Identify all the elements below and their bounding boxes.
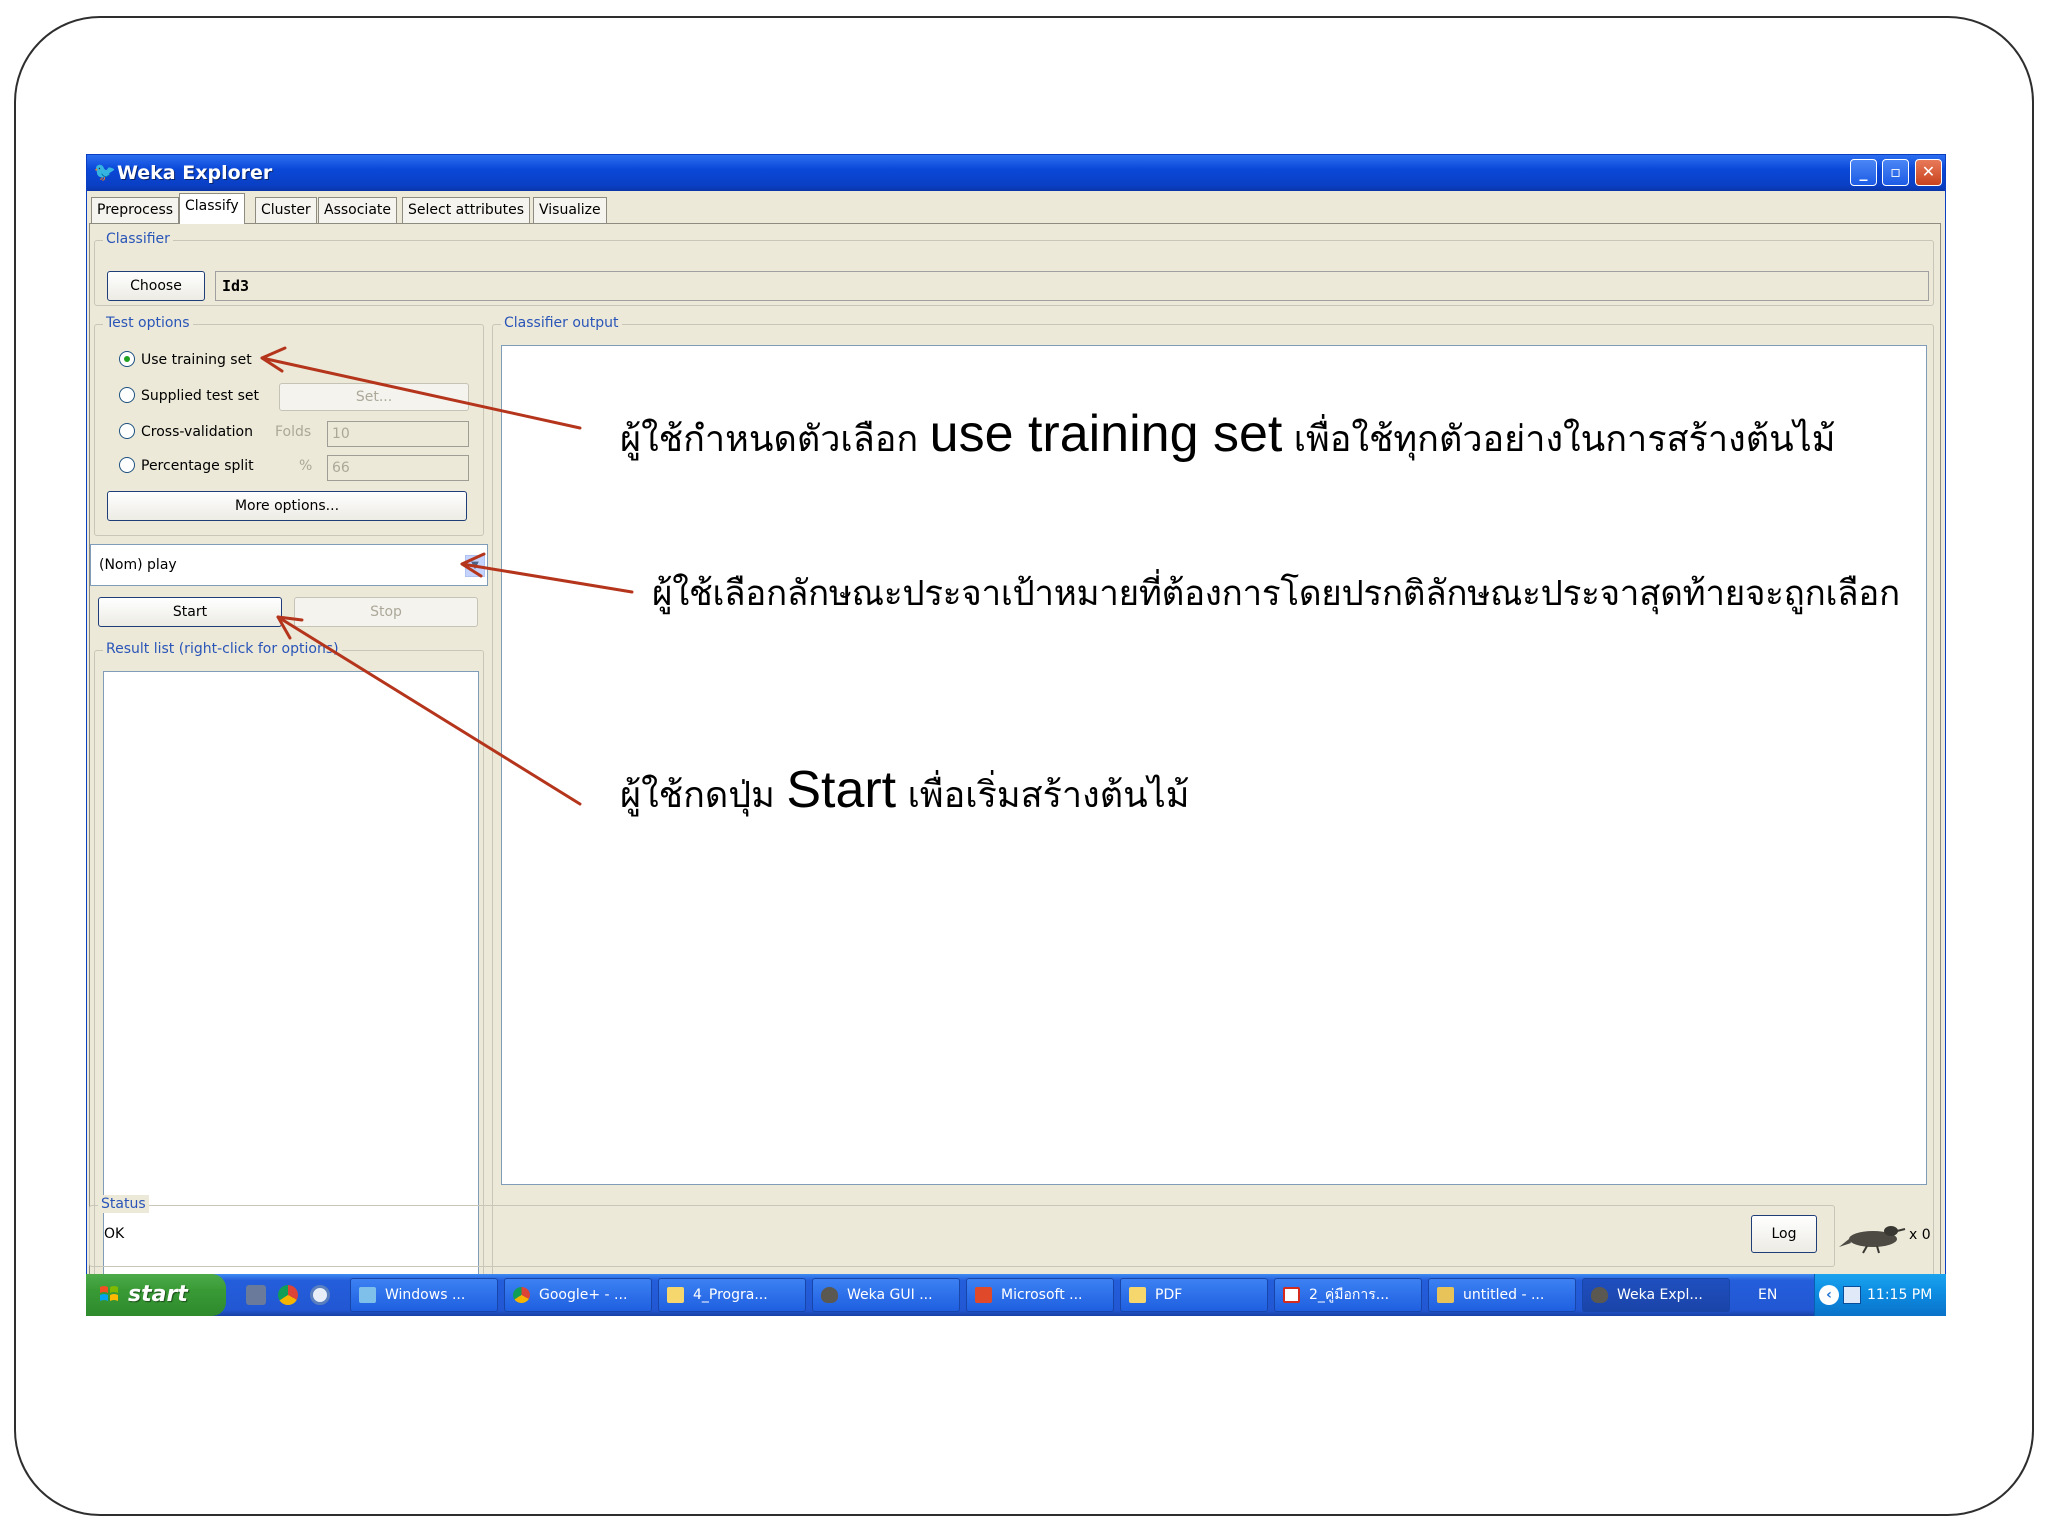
- radio-unchecked-icon[interactable]: [119, 423, 135, 439]
- tab-select-attributes[interactable]: Select attributes: [402, 197, 530, 223]
- classifier-group-title: Classifier: [103, 230, 173, 248]
- pdf-icon: [1283, 1287, 1300, 1303]
- taskbar-item-label: Microsoft ...: [1001, 1287, 1083, 1303]
- network-icon[interactable]: [1843, 1286, 1861, 1304]
- taskbar-item-pdf-manual[interactable]: 2_คู่มือการ...: [1274, 1278, 1422, 1312]
- radio-label: Cross-validation: [141, 424, 253, 440]
- maximize-button[interactable]: ▫: [1882, 159, 1909, 186]
- status-group-title: Status: [98, 1195, 149, 1213]
- close-button[interactable]: ✕: [1915, 159, 1942, 186]
- paint-icon: [1437, 1287, 1454, 1303]
- annotation-emphasis: use training set: [929, 405, 1283, 463]
- classifier-name-field[interactable]: Id3: [215, 271, 1929, 301]
- taskbar-item-label: Windows ...: [385, 1287, 466, 1303]
- tray-expand-icon[interactable]: ‹: [1819, 1285, 1839, 1305]
- task-counter: x 0: [1909, 1227, 1931, 1243]
- radio-label: Percentage split: [141, 458, 254, 474]
- radio-checked-icon[interactable]: [119, 351, 135, 367]
- log-button[interactable]: Log: [1751, 1215, 1817, 1253]
- annotation-use-training-set: ผู้ใช้กำหนดตัวเลือก use training set เพื…: [620, 404, 1836, 470]
- start-button[interactable]: Start: [98, 597, 282, 627]
- annotation-text: เพื่อใช้ทุกตัวอย่างในการสร้างต้นไม้: [1282, 419, 1836, 460]
- minimize-button[interactable]: _: [1850, 159, 1877, 186]
- windows-live-icon: [359, 1287, 376, 1303]
- radio-use-training-set[interactable]: Use training set: [119, 349, 252, 371]
- taskbar-item-label: Weka Expl...: [1617, 1287, 1703, 1303]
- folder-icon: [667, 1287, 684, 1303]
- annotation-start: ผู้ใช้กดปุ่ม Start เพื่อเริ่มสร้างต้นไม้: [620, 760, 1190, 826]
- start-label: start: [128, 1282, 188, 1307]
- window-title: Weka Explorer: [117, 162, 273, 184]
- taskbar-item-label: Google+ - ...: [539, 1287, 628, 1303]
- folder-icon: [1129, 1287, 1146, 1303]
- weka-bird-icon: [1591, 1287, 1608, 1303]
- folds-field[interactable]: 10: [327, 421, 469, 447]
- weka-explorer-window: 🐦 Weka Explorer _ ▫ ✕ Preprocess Classif…: [86, 154, 1946, 1314]
- windows-logo-icon: [100, 1286, 118, 1301]
- annotation-text: ผู้ใช้กดปุ่ม: [620, 775, 787, 816]
- taskbar-item-folder-progra[interactable]: 4_Progra...: [658, 1278, 806, 1312]
- radio-cross-validation[interactable]: Cross-validation: [119, 421, 253, 443]
- radio-label: Use training set: [141, 352, 252, 368]
- annotation-emphasis: Start: [786, 761, 897, 819]
- stop-button[interactable]: Stop: [294, 597, 478, 627]
- tab-classify[interactable]: Classify: [179, 193, 245, 224]
- taskbar-item-windows[interactable]: Windows ...: [350, 1278, 498, 1312]
- chrome-icon[interactable]: [278, 1285, 298, 1305]
- show-desktop-icon[interactable]: [246, 1285, 266, 1305]
- annotation-text: ผู้ใช้กำหนดตัวเลือก: [620, 419, 930, 460]
- percent-label: %: [299, 458, 313, 474]
- taskbar-item-label: 4_Progra...: [693, 1287, 768, 1303]
- weka-bird-icon: 🐦: [93, 162, 117, 183]
- annotation-target-attribute: ผู้ใช้เลือกลักษณะประจาเป้าหมายที่ต้องการ…: [652, 574, 1900, 614]
- class-attribute-value: (Nom) play: [99, 557, 177, 573]
- tab-preprocess[interactable]: Preprocess: [91, 197, 180, 223]
- weka-bird-icon: [821, 1287, 838, 1303]
- test-options-group: Test options Use training set Supplied t…: [94, 314, 484, 536]
- set-button[interactable]: Set...: [279, 383, 469, 411]
- status-text: OK: [104, 1226, 125, 1242]
- tab-cluster[interactable]: Cluster: [255, 197, 317, 223]
- taskbar-item-microsoft[interactable]: Microsoft ...: [966, 1278, 1114, 1312]
- percent-field[interactable]: 66: [327, 455, 469, 481]
- folds-label: Folds: [275, 424, 312, 440]
- taskbar-item-label: PDF: [1155, 1287, 1183, 1303]
- taskbar-item-label: untitled - ...: [1463, 1287, 1545, 1303]
- classifier-output-group-title: Classifier output: [501, 314, 622, 332]
- taskbar-item-google[interactable]: Google+ - ...: [504, 1278, 652, 1312]
- title-bar[interactable]: 🐦 Weka Explorer _ ▫ ✕: [87, 155, 1945, 191]
- office-icon: [975, 1287, 992, 1303]
- taskbar-item-paint[interactable]: untitled - ...: [1428, 1278, 1576, 1312]
- taskbar-item-folder-pdf[interactable]: PDF: [1120, 1278, 1268, 1312]
- radio-unchecked-icon[interactable]: [119, 457, 135, 473]
- chevron-down-icon[interactable]: ▼: [465, 555, 485, 577]
- choose-button[interactable]: Choose: [107, 271, 205, 301]
- chrome-icon: [513, 1287, 530, 1303]
- radio-percentage-split[interactable]: Percentage split: [119, 455, 254, 477]
- taskbar: start Windows ... Google+ - ... 4_Progra…: [86, 1274, 1946, 1316]
- tab-visualize[interactable]: Visualize: [533, 197, 607, 223]
- start-menu-button[interactable]: start: [86, 1274, 226, 1316]
- annotation-text: เพื่อเริ่มสร้างต้นไม้: [896, 775, 1190, 816]
- result-list-box[interactable]: [103, 671, 479, 1295]
- radio-label: Supplied test set: [141, 388, 259, 404]
- tab-associate[interactable]: Associate: [318, 197, 397, 223]
- taskbar-item-label: 2_คู่มือการ...: [1309, 1287, 1390, 1303]
- result-list-group-title: Result list (right-click for options): [103, 640, 342, 658]
- radio-unchecked-icon[interactable]: [119, 387, 135, 403]
- radio-supplied-test-set[interactable]: Supplied test set: [119, 385, 259, 407]
- test-options-group-title: Test options: [103, 314, 193, 332]
- classifier-group: Classifier Choose Id3: [94, 230, 1934, 306]
- system-tray: ‹ 11:15 PM: [1814, 1274, 1946, 1316]
- taskbar-item-label: Weka GUI ...: [847, 1287, 933, 1303]
- weka-bird-icon: [1837, 1217, 1907, 1255]
- taskbar-item-weka-explorer[interactable]: Weka Expl...: [1582, 1278, 1730, 1312]
- taskbar-item-weka-gui[interactable]: Weka GUI ...: [812, 1278, 960, 1312]
- more-options-button[interactable]: More options...: [107, 491, 467, 521]
- clock: 11:15 PM: [1867, 1287, 1933, 1303]
- media-player-icon[interactable]: [310, 1285, 330, 1305]
- status-group: Status OK: [89, 1195, 1835, 1267]
- language-indicator[interactable]: EN: [1758, 1274, 1777, 1316]
- class-attribute-combo[interactable]: (Nom) play ▼: [90, 544, 488, 586]
